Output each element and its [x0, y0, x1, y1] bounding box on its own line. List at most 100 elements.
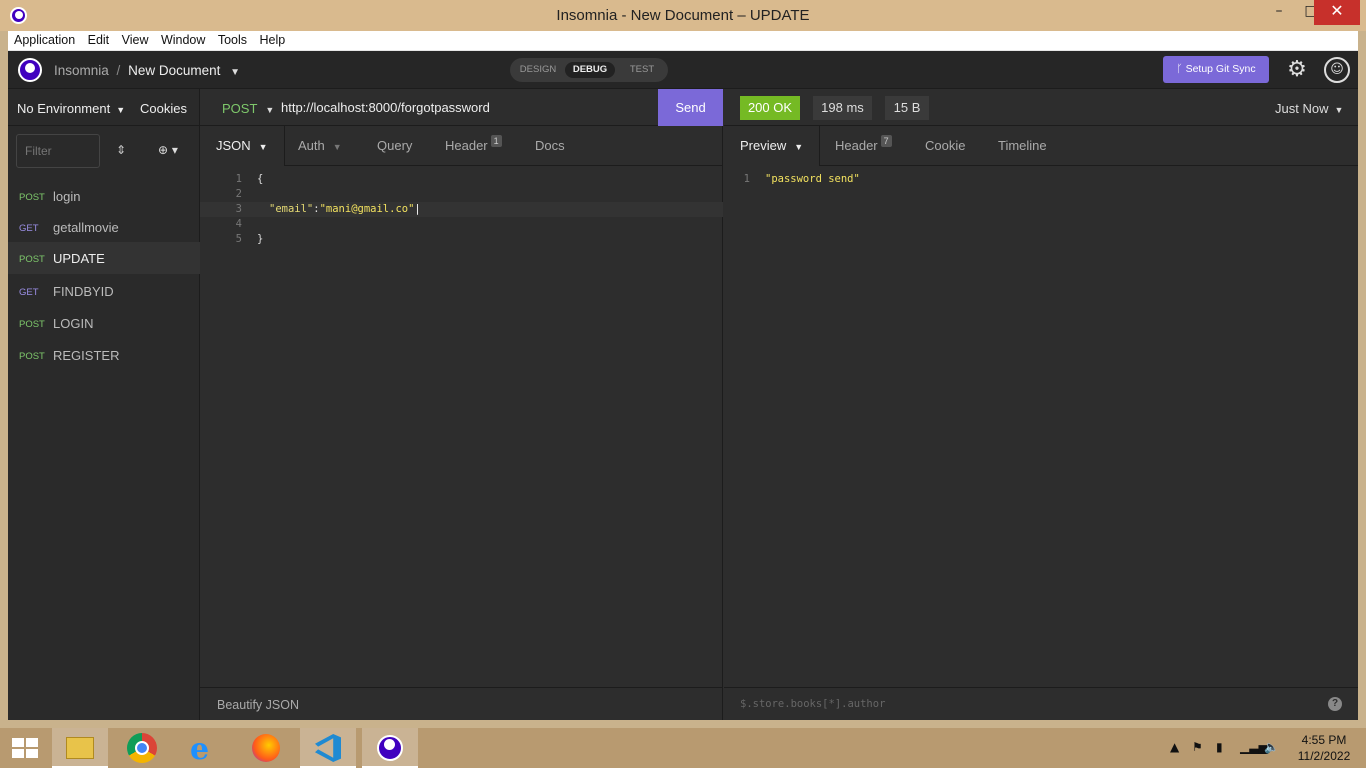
- url-bar: POST ▼ http://localhost:8000/forgotpasswo…: [200, 89, 723, 126]
- caret-down-icon: ▼: [1334, 105, 1344, 115]
- url-input[interactable]: http://localhost:8000/forgotpassword: [281, 100, 490, 115]
- menu-bar: Application Edit View Window Tools Help: [8, 31, 1358, 51]
- mode-test[interactable]: TEST: [622, 62, 662, 78]
- tab-cookie[interactable]: Cookie: [925, 126, 965, 166]
- vscode-icon[interactable]: [300, 728, 356, 768]
- menu-window[interactable]: Window: [155, 31, 205, 47]
- menu-help[interactable]: Help: [254, 31, 286, 47]
- add-request-icon[interactable]: ⊕ ▾: [158, 143, 178, 157]
- firefox-icon[interactable]: [238, 728, 294, 768]
- editor-line: 2: [200, 187, 723, 202]
- tab-json[interactable]: JSON ▼: [200, 126, 285, 166]
- breadcrumb-separator: /: [116, 63, 121, 78]
- status-badge: 200 OK: [740, 96, 800, 120]
- tab-response-header[interactable]: Header 7: [835, 126, 892, 166]
- response-footer: $.store.books[*].author ?: [724, 687, 1358, 720]
- sidebar-request[interactable]: POST login: [8, 180, 200, 212]
- response-filter-input[interactable]: $.store.books[*].author: [740, 698, 885, 710]
- caret-down-icon: ▼: [794, 142, 804, 152]
- request-method: POST: [19, 351, 45, 362]
- send-button[interactable]: Send: [658, 89, 723, 126]
- environment-bar: No Environment ▼ Cookies: [8, 89, 200, 126]
- tab-preview[interactable]: Preview ▼: [724, 126, 821, 166]
- battery-icon[interactable]: ▮: [1216, 740, 1223, 754]
- sort-icon[interactable]: ⇕: [116, 143, 126, 157]
- app-header: Insomnia / New Document ▼ DESIGN DEBUG T…: [8, 51, 1358, 89]
- code-text: }: [257, 233, 264, 245]
- beautify-json-button[interactable]: Beautify JSON: [217, 698, 299, 712]
- tab-docs[interactable]: Docs: [535, 126, 565, 166]
- breadcrumb-app[interactable]: Insomnia: [54, 63, 109, 78]
- tab-header-label: Header: [445, 138, 488, 153]
- clock-date: 11/2/2022: [1297, 749, 1351, 763]
- request-method: POST: [19, 192, 45, 203]
- header-count-badge: 1: [490, 135, 502, 147]
- environment-dropdown[interactable]: No Environment ▼: [17, 101, 125, 116]
- sidebar-request[interactable]: GET FINDBYID: [8, 275, 200, 307]
- mode-debug[interactable]: DEBUG: [565, 62, 615, 78]
- menu-view[interactable]: View: [116, 31, 149, 47]
- account-user-icon[interactable]: ☺: [1324, 57, 1350, 83]
- sidebar-filter-input[interactable]: [16, 134, 100, 168]
- windows-logo-icon: [12, 738, 38, 758]
- response-tabs: Preview ▼ Header 7 Cookie Timeline: [724, 126, 1358, 166]
- settings-gear-icon[interactable]: ⚙: [1284, 57, 1310, 83]
- json-body-editor[interactable]: 1 { 2 3 "email":"mani@gmail.co"| 4 5 }: [200, 167, 723, 687]
- insomnia-taskbar-icon[interactable]: [362, 728, 418, 768]
- menu-application[interactable]: Application: [8, 31, 75, 47]
- text-cursor: |: [414, 203, 421, 215]
- history-dropdown[interactable]: Just Now ▼: [1275, 101, 1343, 116]
- file-explorer-icon[interactable]: [52, 728, 108, 768]
- volume-icon[interactable]: 🔈: [1264, 740, 1279, 754]
- insomnia-logo-icon[interactable]: [18, 58, 42, 82]
- action-center-flag-icon[interactable]: ⚑: [1192, 740, 1203, 754]
- breadcrumb: Insomnia / New Document ▼: [54, 63, 240, 78]
- close-button[interactable]: ✕: [1314, 0, 1360, 25]
- line-number: 2: [235, 188, 242, 200]
- response-size: 15 B: [885, 96, 929, 120]
- tab-header-label: Header: [835, 138, 878, 153]
- breadcrumb-document[interactable]: New Document: [128, 63, 220, 78]
- sidebar-request-active[interactable]: POST UPDATE: [8, 242, 200, 274]
- internet-explorer-icon[interactable]: e: [176, 728, 232, 768]
- line-number: 3: [235, 203, 242, 215]
- editor-line: 1 {: [200, 172, 723, 187]
- window-title: Insomnia - New Document – UPDATE: [556, 7, 810, 24]
- request-method: GET: [19, 287, 39, 298]
- caret-down-icon[interactable]: ▼: [230, 67, 240, 78]
- setup-git-sync-button[interactable]: ᚴ Setup Git Sync: [1163, 56, 1269, 83]
- request-name: FINDBYID: [53, 284, 114, 299]
- method-label: POST: [222, 101, 258, 116]
- code-text: "email":"mani@gmail.co"|: [269, 202, 421, 217]
- tab-timeline[interactable]: Timeline: [998, 126, 1047, 166]
- editor-line: 5 }: [200, 232, 723, 247]
- sidebar-request[interactable]: POST LOGIN: [8, 307, 200, 339]
- request-name: getallmovie: [53, 220, 119, 235]
- tab-auth[interactable]: Auth ▼: [298, 126, 342, 166]
- tab-json-label: JSON: [216, 138, 251, 153]
- sidebar-request[interactable]: GET getallmovie: [8, 211, 200, 243]
- editor-line-active: 3 "email":"mani@gmail.co"|: [200, 202, 723, 217]
- method-dropdown[interactable]: POST ▼: [222, 101, 274, 116]
- menu-edit[interactable]: Edit: [82, 31, 110, 47]
- insomnia-app: Insomnia / New Document ▼ DESIGN DEBUG T…: [8, 51, 1358, 720]
- line-number: 5: [235, 233, 242, 245]
- code-text: {: [257, 173, 264, 185]
- tab-header[interactable]: Header 1: [445, 126, 502, 166]
- start-button[interactable]: [0, 728, 56, 768]
- response-pane: 200 OK 198 ms 15 B Just Now ▼ Preview ▼ He…: [724, 89, 1358, 720]
- chrome-icon[interactable]: [114, 728, 170, 768]
- request-method: POST: [19, 319, 45, 330]
- menu-tools[interactable]: Tools: [212, 31, 247, 47]
- cookies-button[interactable]: Cookies: [140, 101, 187, 116]
- tab-query[interactable]: Query: [377, 126, 412, 166]
- system-clock[interactable]: 4:55 PM 11/2/2022: [1284, 732, 1364, 764]
- caret-down-icon: ▼: [116, 105, 126, 115]
- sidebar-request[interactable]: POST REGISTER: [8, 339, 200, 371]
- setup-git-sync-label: Setup Git Sync: [1185, 63, 1256, 75]
- mode-design[interactable]: DESIGN: [516, 62, 560, 78]
- line-number: 1: [743, 173, 750, 185]
- response-time: 198 ms: [813, 96, 872, 120]
- show-hidden-icons-icon[interactable]: ▲: [1170, 740, 1179, 754]
- help-icon[interactable]: ?: [1328, 697, 1342, 711]
